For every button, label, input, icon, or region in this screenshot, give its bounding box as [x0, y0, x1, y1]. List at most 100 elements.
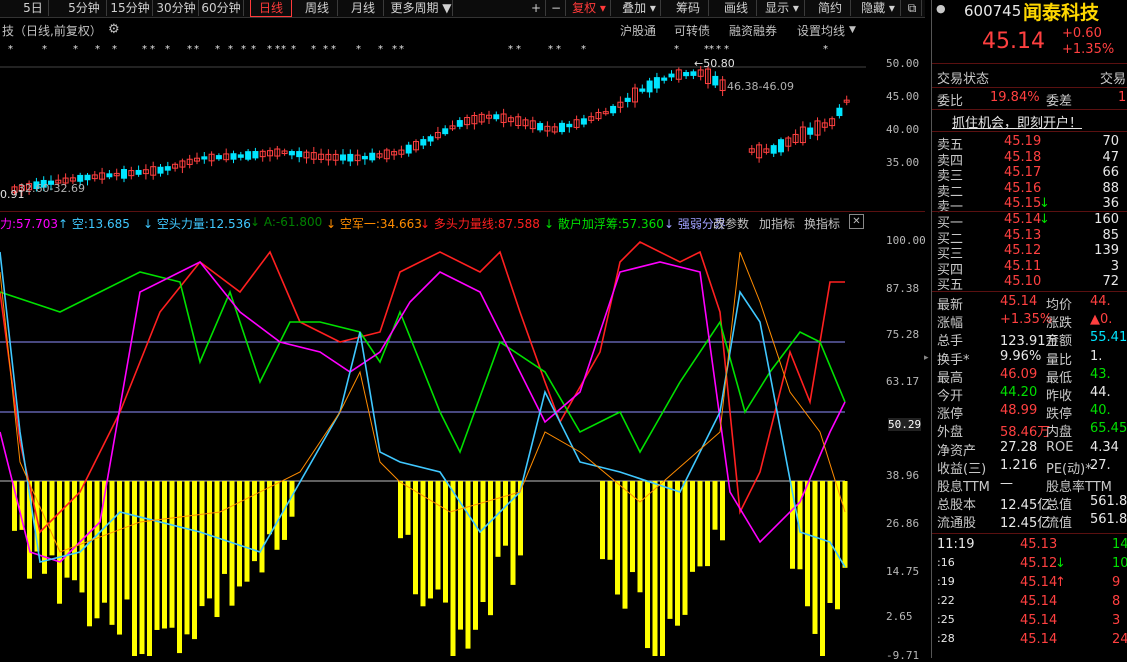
- tick-price: 45.14: [1020, 575, 1058, 590]
- last-price: 45.14: [982, 29, 1045, 54]
- tick-time: :25: [937, 613, 955, 626]
- indicator-chart[interactable]: [0, 232, 866, 658]
- period-button-4[interactable]: 60分钟: [199, 0, 244, 16]
- stat-label-2: 内盘: [1046, 425, 1073, 441]
- indicator-axis-tick: 87.38: [886, 282, 920, 295]
- close-indicator-icon[interactable]: ✕: [849, 214, 864, 229]
- legend-item-9[interactable]: 加指标: [759, 215, 795, 232]
- period-button-0[interactable]: 5日: [18, 0, 49, 16]
- stat-label: 换手*: [937, 352, 970, 368]
- candle-body: [420, 139, 427, 146]
- indicator-legend: 力:57.703 ↑ 空:13.685 ↓ 空头力量:12.536 ↓ A:-61.8…: [0, 213, 866, 232]
- stat-label-2: 昨收: [1046, 389, 1073, 404]
- volume-bar: [57, 481, 62, 604]
- down-arrow-icon: ↓: [1039, 212, 1050, 227]
- restore-icon[interactable]: ⧉: [903, 0, 922, 16]
- volume-bar: [690, 481, 695, 572]
- price-chart[interactable]: * * * * * * * * * * * * * * * * * * * * * * * * * * * * * * * * * * * *←50.…: [0, 40, 866, 210]
- promo-link[interactable]: 抓住机会，即刻开户！: [952, 112, 1082, 131]
- legend-item-6: ↓ 散户加浮筹:57.360: [544, 217, 664, 231]
- volume-bar: [147, 481, 152, 656]
- weicha-label: 委差: [1046, 94, 1073, 109]
- down-arrow-icon: ↓: [1055, 556, 1066, 571]
- star-marker: *: [392, 44, 397, 55]
- line-retail: [0, 271, 846, 455]
- legend-item-10[interactable]: 换指标: [804, 215, 840, 232]
- volume-bar: [652, 481, 658, 656]
- book-price: 45.10: [1004, 274, 1042, 289]
- link-kezhuanzhai[interactable]: 可转债: [674, 22, 710, 39]
- candle-body: [646, 80, 653, 93]
- stat-value: 9.96%: [1000, 348, 1042, 364]
- stat-label: 收益(三): [937, 461, 987, 477]
- draw-button[interactable]: 画线: [716, 0, 757, 16]
- star-marker: *: [556, 44, 561, 55]
- book-volume: 85: [1102, 227, 1119, 243]
- stat-label: 外盘: [937, 425, 964, 441]
- stat-value-2: 44.: [1090, 385, 1111, 400]
- star-marker: *: [187, 44, 192, 55]
- volume-bar: [79, 481, 85, 593]
- period-button-3[interactable]: 30分钟: [154, 0, 199, 16]
- book-volume: 70: [1102, 134, 1119, 149]
- candle-body: [84, 174, 91, 181]
- hide-button[interactable]: 隐藏 ▾: [856, 0, 901, 16]
- star-marker: *: [112, 44, 117, 55]
- star-marker: *: [516, 44, 521, 55]
- collapse-handle-icon[interactable]: ▸: [924, 350, 930, 366]
- star-marker: *: [323, 44, 328, 55]
- volume-bar: [667, 481, 673, 619]
- display-button[interactable]: 显示 ▾: [760, 0, 805, 16]
- stat-value: +1.35%: [1000, 312, 1053, 328]
- volume-bar: [675, 481, 680, 626]
- fuquan-button[interactable]: 复权 ▾: [568, 0, 611, 16]
- star-marker: *: [399, 44, 404, 55]
- period-button-6[interactable]: 周线: [297, 0, 338, 16]
- candle-body: [164, 166, 171, 171]
- candle-body: [668, 73, 675, 78]
- period-button-5[interactable]: 日线: [250, 0, 292, 17]
- link-set-ma[interactable]: 设置均线: [797, 22, 845, 39]
- candle-body: [296, 151, 303, 158]
- chevron-down-icon[interactable]: ▼: [849, 25, 856, 35]
- zoom-out-button[interactable]: −: [547, 0, 566, 16]
- volume-bar: [192, 481, 197, 640]
- volume-bar: [267, 481, 272, 535]
- period-button-2[interactable]: 15分钟: [108, 0, 153, 16]
- stat-label: 总手: [937, 334, 964, 350]
- link-rongzi[interactable]: 融资融券: [729, 22, 777, 39]
- candle-body: [456, 120, 463, 127]
- gear-icon[interactable]: ⚙: [108, 22, 120, 37]
- book-price: 45.16: [1004, 180, 1042, 196]
- candle-body: [442, 128, 449, 135]
- link-hugutong[interactable]: 沪股通: [620, 22, 656, 39]
- indicator-axis: 100.00 87.38 75.28 63.17 50.29 38.96 26.86 14.7…: [866, 232, 926, 662]
- star-marker: *: [165, 44, 170, 55]
- stat-label-2: 流值: [1046, 516, 1073, 532]
- zoom-in-button[interactable]: +: [527, 0, 546, 16]
- overlay-button[interactable]: 叠加 ▾: [618, 0, 661, 16]
- volume-bar: [660, 481, 665, 656]
- period-toolbar: 5日 5分钟 15分钟 30分钟 60分钟 日线 周线 月线 更多周期 ▼ + − 复权 ▾ 叠加 ▾ 筹…: [0, 0, 925, 18]
- book-volume: 139: [1094, 243, 1119, 258]
- tick-volume: 3: [1112, 613, 1121, 628]
- stat-value: 44.20: [1000, 385, 1038, 400]
- volume-bar: [405, 481, 411, 535]
- volume-bar: [398, 481, 403, 539]
- tick-time: :19: [937, 575, 955, 588]
- candle-body: [493, 114, 500, 120]
- period-button-1[interactable]: 5分钟: [62, 0, 107, 16]
- candle-body: [121, 169, 127, 179]
- star-marker: *: [291, 44, 296, 55]
- legend-item-8[interactable]: 改参数: [713, 215, 749, 232]
- candle-body: [683, 72, 690, 77]
- stat-value-2: 561.8: [1090, 494, 1127, 510]
- volume-bar: [109, 481, 115, 625]
- volume-bar: [420, 481, 426, 607]
- simple-button[interactable]: 简约: [810, 0, 851, 16]
- chip-button[interactable]: 筹码: [668, 0, 709, 16]
- volume-bar: [443, 481, 448, 603]
- period-button-8[interactable]: 更多周期 ▼: [390, 0, 453, 16]
- stat-label: 最高: [937, 370, 964, 386]
- period-button-7[interactable]: 月线: [343, 0, 384, 16]
